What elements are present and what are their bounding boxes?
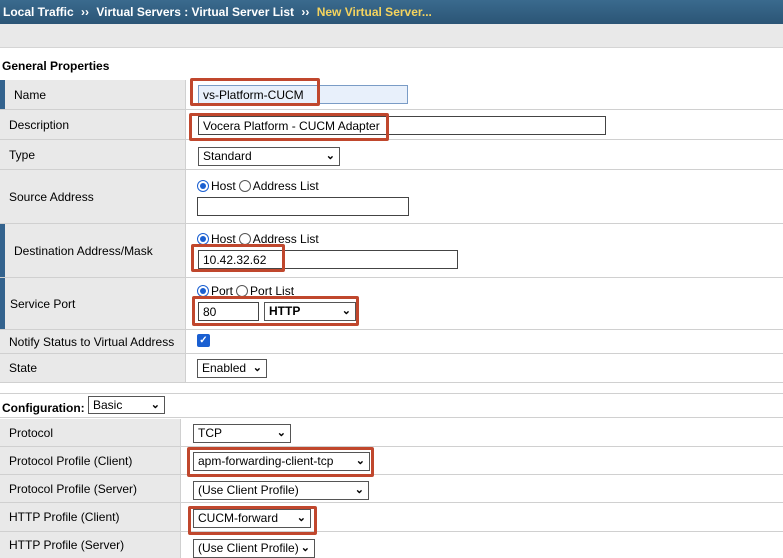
breadcrumb: Local Traffic ›› Virtual Servers : Virtu… xyxy=(0,0,783,24)
source-radio-group: Host Address List xyxy=(197,179,319,193)
row-destination-address: Destination Address/Mask Host Address Li… xyxy=(0,224,783,278)
destination-address-label: Destination Address/Mask xyxy=(0,224,186,277)
section-general-properties: General Properties xyxy=(2,59,110,73)
notify-status-checkbox[interactable]: ✓ xyxy=(197,334,210,347)
destination-radio-group: Host Address List xyxy=(197,232,319,246)
breadcrumb-separator: ›› xyxy=(81,5,90,19)
protocol-profile-server-label: Protocol Profile (Server) xyxy=(0,475,181,502)
http-profile-client-value-cell: CUCM-forward ⌄ xyxy=(181,503,783,531)
row-protocol-profile-server: Protocol Profile (Server) (Use Client Pr… xyxy=(0,475,783,503)
breadcrumb-current-page: New Virtual Server... xyxy=(316,5,432,19)
row-service-port: Service Port Port Port List 80 HTTP ⌄ xyxy=(0,278,783,330)
source-host-radio[interactable] xyxy=(197,180,209,192)
http-profile-client-value: CUCM-forward xyxy=(198,511,279,525)
configuration-mode-value: Basic xyxy=(93,398,123,412)
row-state: State Enabled ⌄ xyxy=(0,354,783,383)
row-source-address: Source Address Host Address List xyxy=(0,170,783,224)
protocol-profile-server-value: (Use Client Profile) xyxy=(198,483,299,497)
http-profile-server-value-cell: (Use Client Profile) ⌄ xyxy=(181,532,783,558)
http-profile-client-select[interactable]: CUCM-forward ⌄ xyxy=(193,509,311,528)
port-radio[interactable] xyxy=(197,285,209,297)
destination-host-label: Host xyxy=(211,232,236,246)
source-address-label: Source Address xyxy=(0,170,186,223)
row-protocol: Protocol TCP ⌄ xyxy=(0,419,783,447)
protocol-value-cell: TCP ⌄ xyxy=(181,419,783,446)
chevron-down-icon: ⌄ xyxy=(325,150,335,162)
port-list-label: Port List xyxy=(250,284,295,298)
row-name: Name vs-Platform-CUCM xyxy=(0,80,783,110)
port-service-value: HTTP xyxy=(269,304,301,318)
protocol-profile-server-select[interactable]: (Use Client Profile) ⌄ xyxy=(193,481,369,500)
chevron-down-icon: ⌄ xyxy=(355,455,365,467)
configuration-label: Configuration: xyxy=(2,401,85,415)
destination-address-list-radio[interactable] xyxy=(238,233,251,245)
port-list-radio[interactable] xyxy=(236,285,249,297)
destination-address-field[interactable]: 10.42.32.62 xyxy=(198,250,458,269)
chevron-down-icon: ⌄ xyxy=(276,427,286,439)
source-address-value-cell: Host Address List xyxy=(186,170,783,223)
state-select-value: Enabled xyxy=(202,361,247,375)
row-type: Type Standard ⌄ xyxy=(0,140,783,170)
source-address-list-radio[interactable] xyxy=(238,180,251,192)
destination-host-radio[interactable] xyxy=(197,233,209,245)
type-value-cell: Standard ⌄ xyxy=(186,140,783,169)
port-service-select[interactable]: HTTP ⌄ xyxy=(264,302,356,321)
name-field[interactable]: vs-Platform-CUCM xyxy=(198,85,408,104)
destination-address-value-cell: Host Address List 10.42.32.62 xyxy=(186,224,783,277)
name-label: Name xyxy=(0,80,186,109)
protocol-select-value: TCP xyxy=(198,426,222,440)
chevron-down-icon: ⌄ xyxy=(252,362,262,374)
row-http-profile-server: HTTP Profile (Server) (Use Client Profil… xyxy=(0,532,783,558)
http-profile-server-value: (Use Client Profile) xyxy=(198,541,299,555)
protocol-select[interactable]: TCP ⌄ xyxy=(193,424,291,443)
protocol-profile-client-label: Protocol Profile (Client) xyxy=(0,447,181,474)
breadcrumb-virtual-server-list[interactable]: Virtual Servers : Virtual Server List xyxy=(96,5,294,19)
row-description: Description Vocera Platform - CUCM Adapt… xyxy=(0,110,783,140)
http-profile-server-select[interactable]: (Use Client Profile) ⌄ xyxy=(193,539,315,558)
description-value-cell: Vocera Platform - CUCM Adapter xyxy=(186,110,783,139)
http-profile-client-label: HTTP Profile (Client) xyxy=(0,503,181,531)
description-label: Description xyxy=(0,110,186,139)
chevron-down-icon: ⌄ xyxy=(341,305,351,317)
type-label: Type xyxy=(0,140,186,169)
configuration-mode-select[interactable]: Basic ⌄ xyxy=(88,396,165,414)
http-profile-server-label: HTTP Profile (Server) xyxy=(0,532,181,558)
state-select[interactable]: Enabled ⌄ xyxy=(197,359,267,378)
chevron-down-icon: ⌄ xyxy=(150,399,160,411)
breadcrumb-separator: ›› xyxy=(301,5,310,19)
protocol-profile-client-select[interactable]: apm-forwarding-client-tcp ⌄ xyxy=(193,452,370,471)
chevron-down-icon: ⌄ xyxy=(296,512,306,524)
notify-status-label: Notify Status to Virtual Address xyxy=(0,330,186,353)
chevron-down-icon: ⌄ xyxy=(300,542,310,554)
row-notify-status: Notify Status to Virtual Address ✓ xyxy=(0,330,783,354)
source-host-label: Host xyxy=(211,179,236,193)
protocol-profile-client-value-cell: apm-forwarding-client-tcp ⌄ xyxy=(181,447,783,474)
row-protocol-profile-client: Protocol Profile (Client) apm-forwarding… xyxy=(0,447,783,475)
protocol-label: Protocol xyxy=(0,419,181,446)
name-value-cell: vs-Platform-CUCM xyxy=(186,80,783,109)
type-select-value: Standard xyxy=(203,149,252,163)
service-port-label: Service Port xyxy=(0,278,186,329)
state-value-cell: Enabled ⌄ xyxy=(186,354,783,382)
description-field[interactable]: Vocera Platform - CUCM Adapter xyxy=(198,116,606,135)
toolbar-spacer xyxy=(0,24,783,48)
row-http-profile-client: HTTP Profile (Client) CUCM-forward ⌄ xyxy=(0,503,783,532)
chevron-down-icon: ⌄ xyxy=(354,484,364,496)
notify-status-value-cell: ✓ xyxy=(186,330,783,353)
type-select[interactable]: Standard ⌄ xyxy=(198,147,340,166)
source-address-list-label: Address List xyxy=(252,179,319,193)
source-address-field[interactable] xyxy=(197,197,409,216)
configuration-header: Configuration: Basic ⌄ xyxy=(0,393,783,418)
protocol-profile-client-value: apm-forwarding-client-tcp xyxy=(198,454,334,468)
destination-address-list-label: Address List xyxy=(252,232,319,246)
port-number-field[interactable]: 80 xyxy=(198,302,259,321)
port-radio-group: Port Port List xyxy=(197,284,294,298)
state-label: State xyxy=(0,354,186,382)
service-port-value-cell: Port Port List 80 HTTP ⌄ xyxy=(186,278,783,329)
port-radio-label: Port xyxy=(211,284,234,298)
protocol-profile-server-value-cell: (Use Client Profile) ⌄ xyxy=(181,475,783,502)
breadcrumb-local-traffic[interactable]: Local Traffic xyxy=(3,5,74,19)
